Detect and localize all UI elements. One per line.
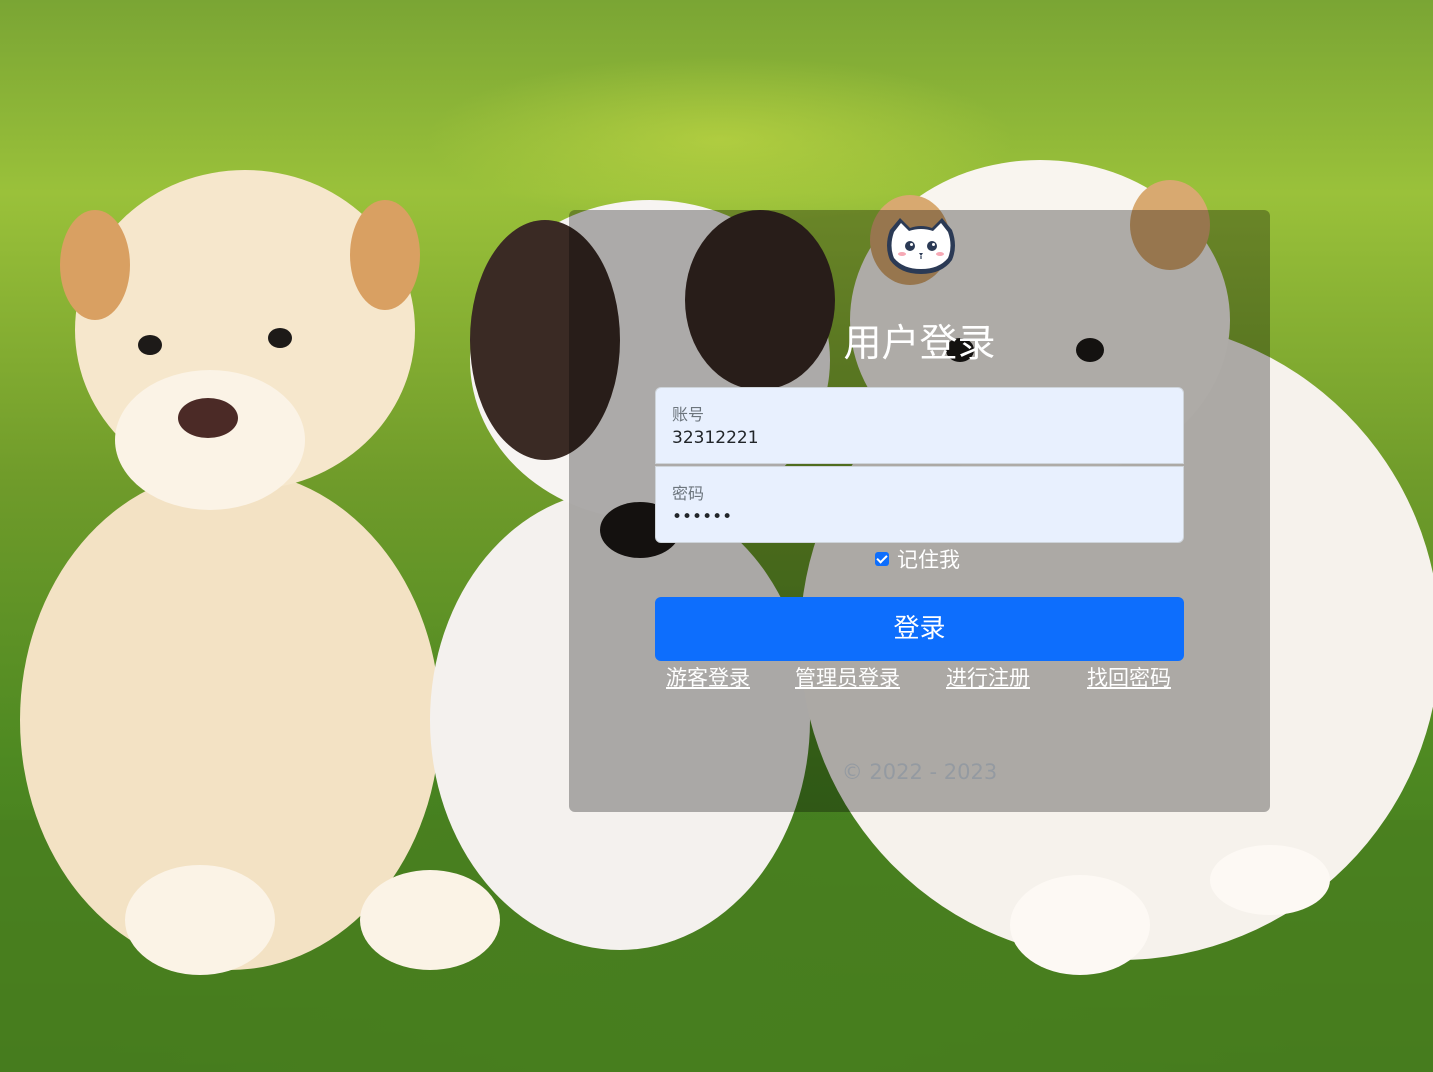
cat-logo-icon xyxy=(887,218,955,274)
copyright-text: © 2022 - 2023 xyxy=(841,760,998,784)
page-title: 用户登录 xyxy=(843,321,996,365)
account-input[interactable] xyxy=(672,428,1152,448)
guest-login-link[interactable]: 游客登录 xyxy=(666,662,750,692)
recover-password-link[interactable]: 找回密码 xyxy=(1087,662,1171,692)
password-field[interactable]: 密码 xyxy=(655,466,1184,543)
remember-checkbox[interactable] xyxy=(875,552,889,566)
login-button[interactable]: 登录 xyxy=(655,597,1184,661)
auth-links: 游客登录 管理员登录 进行注册 找回密码 xyxy=(655,662,1184,692)
password-label: 密码 xyxy=(672,484,705,503)
remember-label: 记住我 xyxy=(897,548,960,572)
register-link[interactable]: 进行注册 xyxy=(946,662,1030,692)
account-field[interactable]: 账号 xyxy=(655,387,1184,464)
password-input[interactable] xyxy=(672,507,1152,527)
remember-me[interactable]: 记住我 xyxy=(875,545,960,573)
account-label: 账号 xyxy=(672,405,705,424)
admin-login-link[interactable]: 管理员登录 xyxy=(795,662,900,692)
